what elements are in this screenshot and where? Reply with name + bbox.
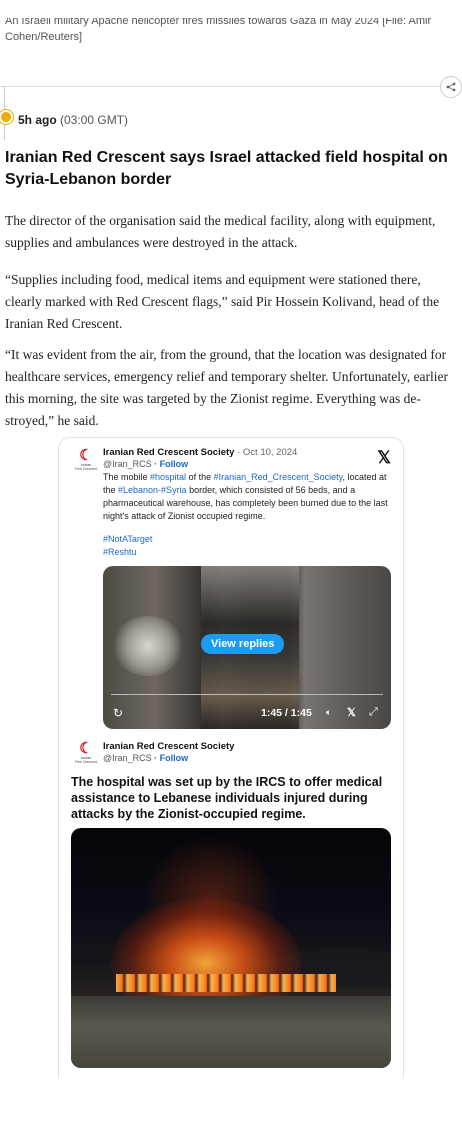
tweet2-text: The hospital was set up by the IRCS to o…	[71, 775, 383, 821]
time-gmt: (03:00 GMT)	[60, 113, 129, 127]
logo-text-2: Red Crescent	[75, 760, 97, 764]
timeline-dot	[0, 110, 13, 124]
tweet-text: of the	[186, 472, 214, 482]
video-frame-detail	[113, 616, 183, 676]
photo-burning-building	[116, 974, 336, 992]
video-time: 1:45 / 1:45	[261, 707, 312, 719]
hashtag-link[interactable]: #NotATarget	[103, 533, 152, 546]
caption-line-2: Cohen/Reuters]	[5, 31, 83, 43]
tweet2-handle-row: @Iran_RCS · Follow	[103, 753, 188, 763]
entry-timestamp: 5h ago (03:00 GMT)	[18, 113, 128, 127]
tweet-text: The mobile	[103, 472, 151, 482]
fire-photo[interactable]	[71, 828, 391, 1068]
logo-text-2: Red Crescent	[75, 467, 97, 471]
hashtag-link[interactable]: #Reshtu	[103, 546, 152, 559]
caption-line-1: An Israeli military Apache helicopter fi…	[5, 18, 432, 27]
time-ago: 5h ago	[18, 113, 57, 127]
image-caption: An Israeli military Apache helicopter fi…	[5, 12, 445, 46]
hashtag-link[interactable]: #Iranian_Red_Crescent_Society	[214, 472, 343, 482]
follow-link[interactable]: · Follow	[154, 753, 188, 763]
video-progress-bar[interactable]	[111, 694, 383, 695]
tweet-date[interactable]: · Oct 10, 2024	[237, 447, 297, 458]
hashtag-link[interactable]: #Lebanon-#Syria	[118, 485, 187, 495]
tweet-account-name[interactable]: Iranian Red Crescent Society · Oct 10, 2…	[103, 447, 297, 458]
entry-headline: Iranian Red Crescent says Israel attacke…	[5, 149, 448, 188]
handle[interactable]: @Iran_RCS	[103, 459, 152, 469]
divider	[0, 86, 462, 87]
tweet-video[interactable]: View replies ↻ 1:45 / 1:45 🔈︎ 𝕏 ⤢	[103, 566, 391, 729]
avatar[interactable]: ☾ Iranian Red Crescent	[73, 448, 99, 474]
paragraph-3: “It was evident from the air, from the g…	[5, 347, 449, 428]
account-name[interactable]: Iranian Red Crescent Society	[103, 447, 234, 458]
view-replies-button[interactable]: View replies	[201, 634, 285, 654]
avatar[interactable]: ☾ Iranian Red Crescent	[73, 741, 99, 767]
embedded-tweet[interactable]: ☾ Iranian Red Crescent Iranian Red Cresc…	[58, 437, 404, 1078]
reload-icon[interactable]: ↻	[113, 706, 123, 720]
photo-ground	[71, 996, 391, 1068]
crescent-icon: ☾	[79, 447, 93, 464]
crescent-icon: ☾	[79, 740, 93, 757]
follow-link[interactable]: · Follow	[154, 459, 188, 469]
volume-icon[interactable]: 🔈︎	[326, 707, 331, 718]
hashtag-link[interactable]: #hospital	[150, 472, 186, 482]
tweet-body: The mobile #hospital of the #Iranian_Red…	[103, 471, 393, 523]
paragraph-2: “Supplies including food, medical items …	[5, 272, 440, 331]
share-icon[interactable]	[440, 76, 462, 98]
tweet-hashtags: #NotATarget #Reshtu	[103, 533, 152, 559]
video-controls: ↻ 1:45 / 1:45 🔈︎ 𝕏 ⤢	[103, 706, 391, 726]
paragraph-1: The director of the organisation said th…	[5, 213, 436, 250]
expand-icon[interactable]: ⤢	[369, 706, 378, 719]
handle[interactable]: @Iran_RCS	[103, 753, 152, 763]
tweet-handle-row: @Iran_RCS · Follow	[103, 459, 188, 469]
x-logo-icon[interactable]: 𝕏	[347, 706, 356, 719]
tweet2-account-name[interactable]: Iranian Red Crescent Society	[103, 741, 234, 752]
x-logo-icon[interactable]: 𝕏	[377, 448, 391, 468]
